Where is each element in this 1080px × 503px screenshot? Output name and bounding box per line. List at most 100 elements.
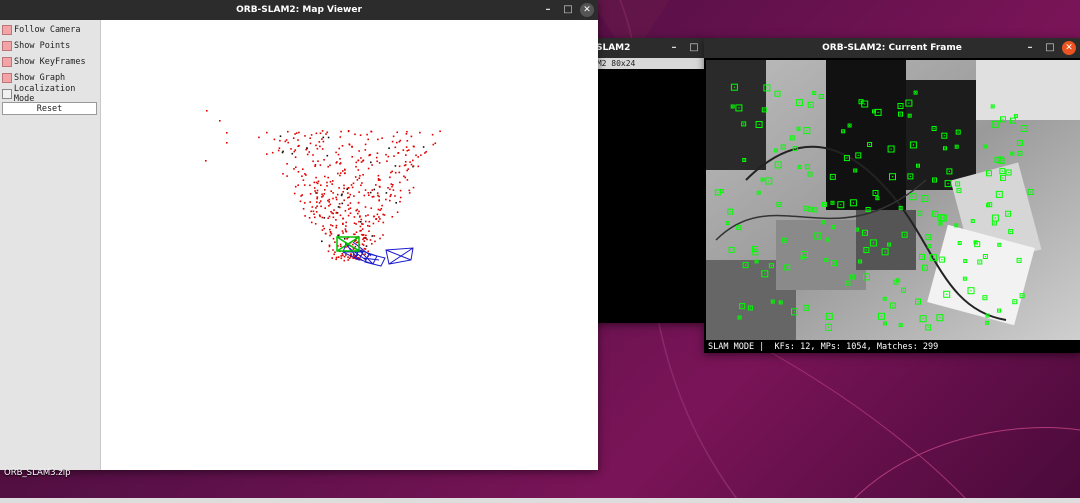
map-point: [367, 214, 369, 216]
map-point: [322, 136, 325, 139]
map-point: [304, 215, 306, 217]
map-point: [279, 139, 281, 142]
feature-point: [957, 183, 959, 185]
feature-point: [803, 253, 805, 256]
map-point: [342, 223, 344, 225]
map-point: [348, 208, 350, 210]
checkbox[interactable]: [2, 41, 12, 51]
map-point: [368, 220, 371, 223]
map-point: [422, 146, 425, 148]
reset-button[interactable]: Reset: [2, 102, 97, 115]
feature-point: [998, 310, 1000, 312]
map-point: [347, 130, 350, 133]
map-point: [312, 154, 314, 156]
feature-point: [806, 166, 808, 168]
map-point: [332, 197, 334, 200]
map-point: [297, 171, 300, 173]
feature-point: [1001, 160, 1003, 162]
feature-point: [1015, 115, 1017, 117]
map-point: [349, 212, 352, 214]
map-point: [326, 154, 329, 157]
map-point: [378, 216, 380, 218]
map-viewer-titlebar[interactable]: ORB-SLAM2: Map Viewer – □ ✕: [0, 0, 598, 20]
close-icon[interactable]: ✕: [580, 3, 594, 17]
map-point: [329, 234, 331, 237]
map-point: [226, 132, 228, 134]
map-point: [349, 207, 352, 209]
map-point: [340, 130, 342, 133]
map-point: [358, 150, 360, 152]
desktop-file-label[interactable]: ORB_SLAM3.zip: [4, 468, 70, 478]
feature-point: [865, 249, 867, 251]
checkbox[interactable]: [2, 89, 12, 99]
map-viewer-window[interactable]: ORB-SLAM2: Map Viewer – □ ✕ Follow Camer…: [0, 0, 598, 470]
maximize-icon[interactable]: □: [686, 40, 702, 56]
map-point: [315, 192, 317, 194]
feature-point: [912, 196, 914, 198]
map-point: [347, 259, 349, 261]
maximize-icon[interactable]: □: [1042, 40, 1058, 56]
current-frame-titlebar[interactable]: ORB-SLAM2: Current Frame – □ ✕: [704, 38, 1080, 58]
map-point: [406, 179, 409, 181]
minimize-icon[interactable]: –: [540, 2, 556, 18]
map-point: [415, 154, 417, 157]
map-point: [335, 151, 337, 154]
map-point: [417, 165, 420, 168]
map-point: [206, 110, 208, 112]
checkbox[interactable]: [2, 57, 12, 67]
current-frame-window[interactable]: ORB-SLAM2: Current Frame – □ ✕ SLAM MODE…: [704, 38, 1080, 353]
feature-point: [763, 109, 765, 111]
map-point: [376, 213, 379, 216]
map-point: [365, 234, 367, 237]
feature-point: [909, 115, 911, 117]
option-follow-camera[interactable]: Follow Camera: [2, 23, 81, 37]
feature-point: [939, 317, 941, 319]
map-point: [333, 209, 335, 211]
feature-point: [873, 110, 875, 112]
map-point: [362, 160, 364, 162]
feature-point: [809, 173, 811, 175]
feature-point: [847, 282, 849, 284]
map-point: [293, 192, 296, 195]
map-point: [341, 253, 344, 255]
feature-point: [900, 324, 902, 326]
checkbox[interactable]: [2, 25, 12, 35]
feature-point: [998, 193, 1000, 195]
feature-point: [732, 105, 734, 108]
feature-point: [741, 305, 743, 307]
feature-point: [745, 264, 747, 266]
option-localization-mode[interactable]: Localization Mode: [2, 84, 100, 104]
checkbox[interactable]: [2, 73, 12, 83]
feature-point: [890, 148, 892, 150]
map-3d-view[interactable]: [101, 20, 598, 470]
option-show-points[interactable]: Show Points: [2, 39, 70, 53]
feature-point: [805, 207, 807, 209]
option-show-graph[interactable]: Show Graph: [2, 71, 65, 85]
map-point: [284, 140, 287, 143]
minimize-icon[interactable]: –: [666, 40, 682, 56]
map-point: [346, 188, 348, 190]
option-show-keyframes[interactable]: Show KeyFrames: [2, 55, 86, 69]
map-point: [369, 239, 372, 241]
map-point: [287, 141, 289, 144]
close-icon[interactable]: ✕: [1062, 41, 1076, 55]
map-point: [337, 172, 339, 175]
map-point: [342, 232, 344, 234]
map-point: [364, 248, 367, 250]
feature-point: [922, 318, 924, 320]
map-point: [306, 153, 309, 156]
minimize-icon[interactable]: –: [1022, 40, 1038, 56]
feature-point: [842, 130, 844, 132]
feature-point: [880, 315, 883, 317]
map-point: [388, 147, 390, 149]
map-point: [323, 193, 326, 195]
map-point: [364, 143, 367, 146]
map-point: [322, 140, 325, 143]
map-point: [324, 207, 326, 209]
feature-point: [919, 212, 921, 214]
map-point: [312, 210, 315, 213]
map-point: [330, 210, 332, 213]
maximize-icon[interactable]: □: [560, 2, 576, 18]
map-point: [299, 200, 302, 203]
map-point: [323, 227, 325, 230]
